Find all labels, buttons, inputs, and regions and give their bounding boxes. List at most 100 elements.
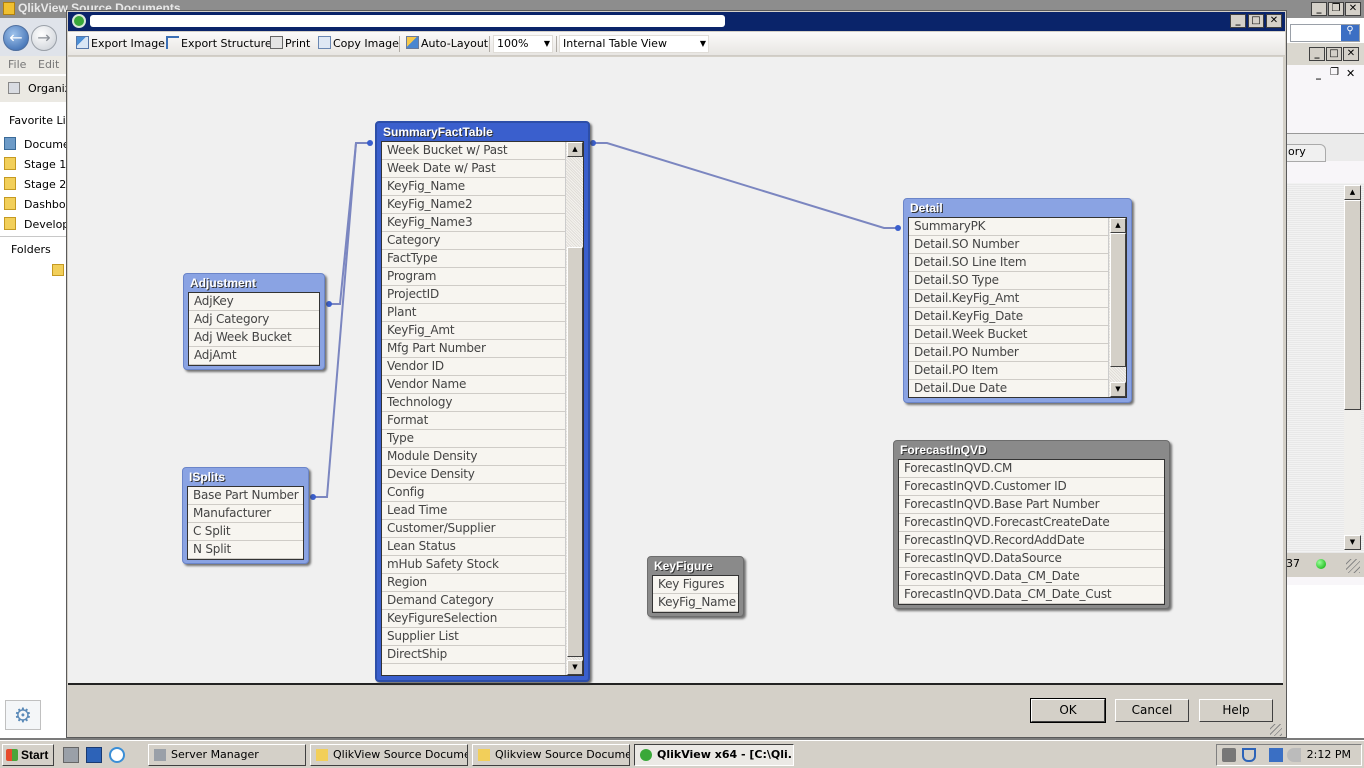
field-row[interactable]: ForecastInQVD.DataSource: [899, 550, 1164, 568]
export-image-button[interactable]: Export Image: [76, 36, 165, 52]
taskbar-item[interactable]: QlikView Source Documents: [310, 744, 468, 766]
field-row[interactable]: KeyFig_Name2: [382, 196, 565, 214]
ok-button[interactable]: OK: [1030, 698, 1106, 723]
sheet-scrollbar[interactable]: ▲ ▼: [1344, 185, 1361, 551]
field-row[interactable]: Mfg Part Number: [382, 340, 565, 358]
menu-edit[interactable]: Edit: [38, 58, 59, 71]
auto-layout-button[interactable]: Auto-Layout: [406, 36, 488, 52]
sheet-tab[interactable]: ory: [1286, 144, 1326, 162]
folders-label[interactable]: Folders: [11, 243, 73, 256]
field-row[interactable]: ForecastInQVD.ForecastCreateDate: [899, 514, 1164, 532]
resize-grip-icon[interactable]: [1270, 724, 1282, 736]
scroll-up-button[interactable]: ▲: [567, 142, 583, 157]
field-row[interactable]: Technology: [382, 394, 565, 412]
export-structure-button[interactable]: Export Structure: [166, 36, 272, 52]
field-row[interactable]: Detail.PO Number: [909, 344, 1108, 362]
field-row[interactable]: KeyFig_Name: [382, 178, 565, 196]
doc-minimize-icon[interactable]: _: [1316, 69, 1321, 80]
table-diagram-canvas[interactable]: SummaryFactTable Week Bucket w/ Past Week…: [68, 57, 1283, 685]
favorite-item[interactable]: Dashboards: [4, 197, 66, 211]
field-row[interactable]: KeyFig_Amt: [382, 322, 565, 340]
close-button[interactable]: ✕: [1266, 14, 1282, 28]
field-row[interactable]: Detail.Week Bucket: [909, 326, 1108, 344]
security-shield-icon[interactable]: [1242, 748, 1256, 762]
table-forecastinqvd[interactable]: ForecastInQVD ForecastInQVD.CM ForecastIn…: [893, 440, 1170, 609]
table-header[interactable]: Adjustment: [188, 274, 320, 292]
zoom-select[interactable]: 100% ▼: [493, 35, 553, 53]
field-row[interactable]: ForecastInQVD.CM: [899, 460, 1164, 478]
table-detail[interactable]: Detail SummaryPK Detail.SO Number Detail.S…: [903, 198, 1132, 403]
minimize-button[interactable]: _: [1309, 47, 1325, 61]
field-row[interactable]: Supplier List: [382, 628, 565, 646]
volume-muted-icon[interactable]: [1287, 748, 1301, 762]
field-row[interactable]: Program: [382, 268, 565, 286]
field-row[interactable]: Region: [382, 574, 565, 592]
cancel-button[interactable]: Cancel: [1115, 699, 1189, 722]
network-icon[interactable]: [1269, 748, 1283, 762]
field-row[interactable]: Vendor ID: [382, 358, 565, 376]
taskbar-item[interactable]: Server Manager: [148, 744, 306, 766]
field-row[interactable]: Detail.SO Line Item: [909, 254, 1108, 272]
field-row[interactable]: Module Density: [382, 448, 565, 466]
table-header[interactable]: SummaryFactTable: [381, 123, 584, 141]
field-row[interactable]: Adj Category: [189, 311, 319, 329]
close-button[interactable]: ✕: [1343, 47, 1359, 61]
field-row[interactable]: Week Date w/ Past: [382, 160, 565, 178]
field-row[interactable]: Category: [382, 232, 565, 250]
field-row[interactable]: Key Figures: [653, 576, 738, 594]
field-row[interactable]: ForecastInQVD.Data_CM_Date: [899, 568, 1164, 586]
field-row[interactable]: Plant: [382, 304, 565, 322]
internet-explorer-icon[interactable]: [109, 747, 125, 763]
doc-close-icon[interactable]: ✕: [1346, 67, 1355, 80]
scroll-thumb[interactable]: [1110, 233, 1126, 367]
field-row[interactable]: Device Density: [382, 466, 565, 484]
print-button[interactable]: Print: [270, 36, 310, 52]
table-header[interactable]: KeyFigure: [652, 557, 739, 575]
table-scrollbar[interactable]: ▲ ▼: [1108, 218, 1126, 397]
scroll-up-button[interactable]: ▲: [1110, 218, 1126, 233]
server-manager-quicklaunch-icon[interactable]: [63, 747, 79, 763]
scroll-down-button[interactable]: ▼: [567, 660, 583, 675]
field-row[interactable]: N Split: [188, 541, 303, 559]
field-row[interactable]: Detail.PO Item: [909, 362, 1108, 380]
close-button[interactable]: ✕: [1345, 2, 1361, 16]
favorite-item[interactable]: Development: [4, 217, 66, 231]
search-box[interactable]: ⚲: [1290, 24, 1360, 42]
doc-restore-icon[interactable]: ❐: [1330, 67, 1339, 78]
field-row[interactable]: Lean Status: [382, 538, 565, 556]
taskbar-item[interactable]: Qlikview Source Docume...: [472, 744, 630, 766]
maximize-button[interactable]: □: [1326, 47, 1342, 61]
field-row[interactable]: Detail.KeyFig_Date: [909, 308, 1108, 326]
scroll-down-button[interactable]: ▼: [1110, 382, 1126, 397]
clock[interactable]: 2:12 PM: [1307, 748, 1351, 761]
field-row[interactable]: Detail.SO Number: [909, 236, 1108, 254]
field-row[interactable]: C Split: [188, 523, 303, 541]
view-select[interactable]: Internal Table View ▼: [559, 35, 709, 53]
search-icon[interactable]: ⚲: [1341, 25, 1359, 41]
field-row[interactable]: Detail.KeyFig_Amt: [909, 290, 1108, 308]
table-keyfigure[interactable]: KeyFigure Key Figures KeyFig_Name: [647, 556, 744, 617]
field-row[interactable]: ForecastInQVD.Customer ID: [899, 478, 1164, 496]
favorite-item[interactable]: Documents: [4, 137, 66, 151]
favorite-item[interactable]: Stage 1: [4, 157, 66, 171]
table-header[interactable]: Detail: [908, 199, 1127, 217]
table-scrollbar[interactable]: ▲ ▼: [565, 142, 583, 675]
field-row[interactable]: AdjKey: [189, 293, 319, 311]
scroll-thumb[interactable]: [567, 247, 583, 657]
restore-button[interactable]: ❐: [1328, 2, 1344, 16]
field-row[interactable]: Detail.SO Type: [909, 272, 1108, 290]
favorite-item[interactable]: Stage 2: [4, 177, 66, 191]
table-isplits[interactable]: ISplits Base Part Number Manufacturer C Sp…: [182, 467, 309, 564]
chevron-down-icon[interactable]: ▼: [544, 36, 550, 52]
resize-grip-icon[interactable]: [1346, 559, 1360, 573]
field-row[interactable]: mHub Safety Stock: [382, 556, 565, 574]
field-row[interactable]: Type: [382, 430, 565, 448]
help-button[interactable]: Help: [1199, 699, 1273, 722]
field-row[interactable]: AdjAmt: [189, 347, 319, 365]
menu-file[interactable]: File: [8, 58, 26, 71]
field-row[interactable]: Base Part Number: [188, 487, 303, 505]
field-row[interactable]: KeyFig_Name3: [382, 214, 565, 232]
field-row[interactable]: FactType: [382, 250, 565, 268]
field-row[interactable]: KeyFig_Name: [653, 594, 738, 612]
field-row[interactable]: Config: [382, 484, 565, 502]
